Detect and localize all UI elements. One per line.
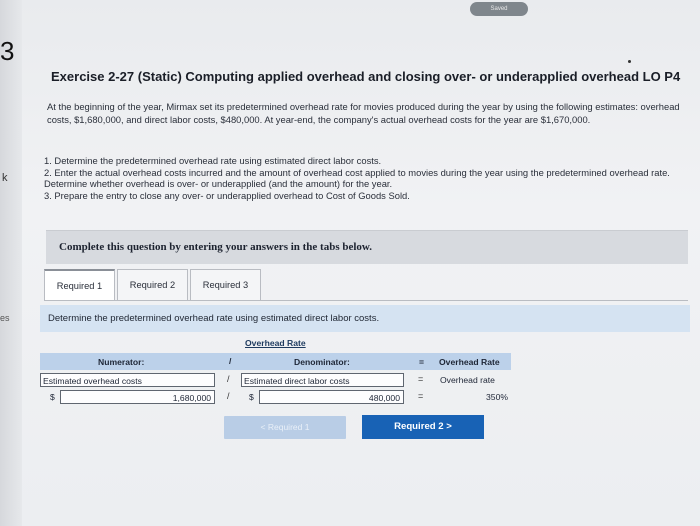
tab-instruction-bar: Determine the predetermined overhead rat… (40, 305, 690, 332)
divide-symbol-row1: / (227, 374, 230, 384)
numerator-currency: $ (50, 392, 55, 402)
numerator-label-field[interactable]: Estimated overhead costs (40, 373, 215, 387)
result-header-cell: Overhead Rate (433, 353, 511, 370)
result-label: Overhead rate (440, 375, 495, 385)
tab-required-2[interactable]: Required 2 (117, 269, 188, 301)
requirement-item-1: 1. Determine the predetermined overhead … (44, 155, 382, 166)
requirement-item-2: 2. Enter the actual overhead costs incur… (44, 166, 670, 190)
tab-label: Required 3 (202, 280, 249, 290)
tab-required-1[interactable]: Required 1 (44, 269, 115, 301)
denominator-label-field[interactable]: Estimated direct labor costs (241, 373, 404, 387)
numerator-header-cell: Numerator: (40, 353, 223, 370)
instructions-banner: Complete this question by entering your … (46, 230, 688, 264)
tab-label: Required 2 (129, 280, 176, 290)
equals-symbol-row2: = (418, 391, 424, 401)
equals-symbol-row1: = (418, 374, 424, 384)
overhead-rate-result: 350% (486, 392, 508, 402)
tab-label: Required 1 (56, 281, 103, 291)
stray-dot (628, 60, 631, 63)
left-window-strip (0, 0, 22, 526)
tab-panel-border (44, 300, 688, 301)
divide-symbol: / (229, 356, 232, 366)
tab-required-3[interactable]: Required 3 (190, 269, 261, 301)
equals-header-cell: = (411, 353, 433, 370)
exercise-title: Exercise 2-27 (Static) Computing applied… (51, 69, 681, 84)
previous-required-button[interactable]: < Required 1 (224, 416, 346, 439)
next-required-button[interactable]: Required 2 > (362, 415, 484, 439)
requirement-item-3: 3. Prepare the entry to close any over- … (44, 189, 410, 201)
saved-status-badge: Saved (470, 2, 528, 16)
divide-symbol-row2: / (227, 391, 230, 401)
overhead-rate-title: Overhead Rate (245, 338, 306, 348)
numerator-value-input[interactable]: 1,680,000 (60, 390, 215, 404)
denominator-value-input[interactable]: 480,000 (259, 390, 404, 404)
tab-instruction-text: Determine the predetermined overhead rat… (48, 313, 380, 324)
equals-symbol: = (419, 357, 425, 367)
denominator-header: Denominator: (294, 357, 350, 367)
left-edge-letter: k (2, 172, 8, 184)
instructions-banner-text: Complete this question by entering your … (59, 241, 373, 253)
left-edge-fragment: es (0, 313, 10, 323)
denominator-currency: $ (249, 392, 254, 402)
denominator-header-cell: Denominator: (241, 353, 411, 370)
divide-header-cell: / (223, 353, 241, 370)
exercise-intro: At the beginning of the year, Mirmax set… (47, 101, 680, 125)
requirements-list: 1. Determine the predetermined overhead … (44, 155, 684, 201)
chapter-number: 3 (0, 36, 15, 66)
result-header: Overhead Rate (439, 357, 500, 367)
numerator-header: Numerator: (98, 357, 145, 367)
